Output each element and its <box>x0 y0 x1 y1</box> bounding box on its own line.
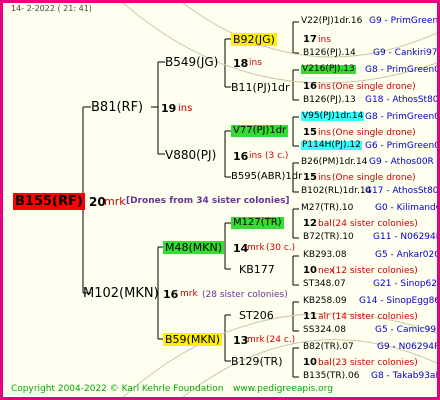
pedigree-chart: 14- 2-2022 ( 21: 41) B155(RF) 20 mrk [Dr… <box>0 0 440 400</box>
root-unit: mrk <box>104 195 126 208</box>
b102-node[interactable]: B102(RL)1dr.14 <box>301 187 371 196</box>
m127-drone-note: (24 sister colonies) <box>332 219 418 229</box>
kb258-node[interactable]: KB258.09 <box>303 297 347 306</box>
b82-node[interactable]: B82(TR).07 <box>303 343 354 352</box>
b129-drone-count: 10 <box>303 357 317 368</box>
p114h-node[interactable]: P114H(PJ).12 <box>301 141 362 150</box>
b92-drone-unit: ins <box>318 35 331 45</box>
st206-drone-unit: alr <box>318 312 330 322</box>
b11-drone-note: (One single drone) <box>332 82 416 92</box>
root-drone-note: [Drones from 34 sister colonies] <box>126 196 290 206</box>
b126a-code: G9 - Cankiri97Q <box>373 48 440 58</box>
st206-node[interactable]: ST206 <box>239 310 274 321</box>
v22-node[interactable]: V22(PJ)1dr.16 <box>301 17 362 26</box>
v216-node[interactable]: V216(PJ).13 <box>301 65 356 74</box>
b72-node[interactable]: B72(TR).10 <box>303 233 354 242</box>
b595-drone-note: (One single drone) <box>332 173 416 183</box>
b59-unit: mrk <box>247 335 265 345</box>
m27-code: G0 - KilimandQ <box>375 203 440 213</box>
copyright-footer: Copyright 2004-2022 © Karl Kehrle Founda… <box>11 384 224 394</box>
m102-count: 16 <box>163 288 179 301</box>
b72-code: G11 - N06294R <box>373 232 440 242</box>
kb177-node[interactable]: KB177 <box>239 264 275 275</box>
b92-node[interactable]: B92(JG) <box>231 33 277 46</box>
b129-drone-unit: bal <box>318 358 332 368</box>
st348-node[interactable]: ST348.07 <box>303 280 346 289</box>
st348-code: G21 - Sinop62R <box>373 279 440 289</box>
m48-unit: mrk <box>247 243 265 253</box>
kb258-code: G14 - SinopEgg86R <box>359 296 440 306</box>
b129-node[interactable]: B129(TR) <box>231 356 283 367</box>
ss324-code: G5 - Camic99R <box>375 325 440 335</box>
b11-drone-unit: ins <box>318 82 331 92</box>
b92-drone-count: 17 <box>303 34 317 45</box>
b11-drone-count: 16 <box>303 81 317 92</box>
b102-code: G17 - AthosSt80R <box>365 186 440 196</box>
b92-unit: ins <box>249 58 262 68</box>
v77-drone-note: (One single drone) <box>332 128 416 138</box>
site-link[interactable]: www.pedigreeapis.org <box>233 385 333 394</box>
v880-note: (3 c.) <box>265 151 289 161</box>
b595-drone-count: 15 <box>303 172 317 183</box>
ss324-node[interactable]: SS324.08 <box>303 326 346 335</box>
b135-node[interactable]: B135(TR).06 <box>303 372 359 381</box>
v77-drone-count: 15 <box>303 127 317 138</box>
kb177-drone-count: 10 <box>303 265 317 276</box>
b129-drone-note: (23 sister colonies) <box>332 358 418 368</box>
v77-drone-unit: ins <box>318 128 331 138</box>
b82-code: G9 - N06294R <box>377 342 440 352</box>
v880-count: 16 <box>233 150 249 163</box>
sire-b81[interactable]: B81(RF) <box>91 101 143 114</box>
b81-unit: ins <box>178 103 193 114</box>
v22-code: G9 - PrimGreen00 <box>369 16 439 26</box>
date-header: 14- 2-2022 ( 21: 41) <box>11 4 92 13</box>
kb293-code: G5 - Ankar02Q <box>375 250 440 260</box>
m48-node[interactable]: M48(MKN) <box>163 241 225 254</box>
m102-unit: mrk <box>180 289 198 299</box>
v216-code: G8 - PrimGreen00 <box>365 65 440 75</box>
kb177-drone-note: (12 sister colonies) <box>332 266 418 276</box>
b126b-code: G18 - AthosSt80R <box>365 95 440 105</box>
b126a-node[interactable]: B126(PJ).14 <box>303 49 356 58</box>
m27-node[interactable]: M27(TR).10 <box>301 204 353 213</box>
b126b-node[interactable]: B126(PJ).13 <box>303 96 356 105</box>
kb293-node[interactable]: KB293.08 <box>303 251 347 260</box>
st206-drone-note: (14 sister colonies) <box>332 312 418 322</box>
b595-node[interactable]: B595(ABR)1dr <box>231 172 302 182</box>
root-queen[interactable]: B155(RF) <box>13 193 85 210</box>
m127-drone-count: 12 <box>303 218 317 229</box>
b11-node[interactable]: B11(PJ)1dr <box>231 82 290 93</box>
dam-m102[interactable]: M102(MKN) <box>83 287 159 300</box>
m127-drone-unit: bal <box>318 219 332 229</box>
m48-note: (30 c.) <box>266 243 296 253</box>
v95-node[interactable]: V95(PJ)1dr.14 <box>301 112 365 121</box>
b135-code: G8 - Takab93aR <box>371 371 440 381</box>
b59-note: (24 c.) <box>266 335 296 345</box>
b549-node[interactable]: B549(JG) <box>165 56 218 68</box>
v95-code: G8 - PrimGreen00 <box>365 112 440 122</box>
m102-note: (28 sister colonies) <box>202 290 288 300</box>
b92-count: 18 <box>233 57 249 70</box>
b26-node[interactable]: B26(PM)1dr.14 <box>301 158 367 167</box>
v77-node[interactable]: V77(PJ)1dr <box>231 125 289 137</box>
b81-count: 19 <box>161 102 177 115</box>
b26-code: G9 - Athos00R <box>369 157 434 167</box>
p114h-code: G6 - PrimGreen00 <box>365 141 440 151</box>
b59-node[interactable]: B59(MKN) <box>163 333 223 346</box>
b595-drone-unit: ins <box>318 173 331 183</box>
st206-drone-count: 11 <box>303 311 317 322</box>
v880-unit: ins <box>249 151 262 161</box>
v880-node[interactable]: V880(PJ) <box>165 149 216 161</box>
m127-node[interactable]: M127(TR) <box>231 217 284 229</box>
